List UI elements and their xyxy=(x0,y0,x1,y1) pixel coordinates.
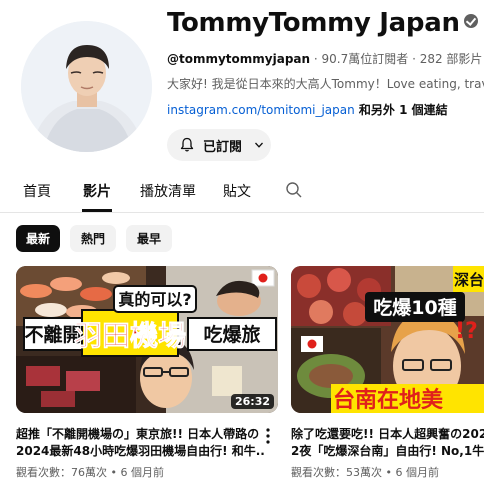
thumbnail-caption-top: 吃爆10種 xyxy=(373,296,456,319)
chevron-down-icon xyxy=(255,142,263,148)
bell-icon xyxy=(180,137,194,152)
video-thumbnail[interactable]: 深台 吃爆10種 !? 台南在地美 xyxy=(291,266,484,413)
upload-age: 6 個月前 xyxy=(120,466,164,479)
subscriber-count: 90.7萬位訂閱者 xyxy=(321,52,409,66)
tab-playlists[interactable]: 播放清單 xyxy=(140,181,196,201)
active-tab-indicator xyxy=(82,209,112,212)
upload-age: 6 個月前 xyxy=(395,466,439,479)
thumbnail-caption-main: 台南在地美 xyxy=(333,387,444,413)
verified-icon xyxy=(463,13,478,28)
search-icon[interactable] xyxy=(285,181,303,199)
channel-name: TommyTommy Japan xyxy=(167,8,478,38)
tab-home[interactable]: 首頁 xyxy=(23,181,51,201)
video-title-line: 2夜「吃爆深台南」自由行! No,1牛肉湯... xyxy=(291,444,484,458)
chip-latest[interactable]: 最新 xyxy=(16,225,60,252)
view-count: 觀看次數：76萬次 xyxy=(16,466,107,479)
more-links-button[interactable]: 和另外 1 個連結 xyxy=(355,103,448,117)
video-count: 282 部影片 xyxy=(419,52,483,66)
chip-oldest[interactable]: 最早 xyxy=(126,225,172,252)
video-duration: 26:32 xyxy=(230,394,274,409)
question-mark: !? xyxy=(455,319,478,344)
video-meta: 觀看次數：76萬次 • 6 個月前 xyxy=(16,466,164,479)
thumbnail-caption-main: 羽田機場 xyxy=(74,319,186,352)
view-count: 觀看次數：53萬次 xyxy=(291,466,382,479)
tab-videos[interactable]: 影片 xyxy=(83,181,111,201)
thumbnail-caption-top: 真的可以? xyxy=(118,290,191,309)
channel-avatar[interactable] xyxy=(21,21,152,152)
video-thumbnail[interactable]: 真的可以? 不離開 羽田機場 吃爆旅 26:32 xyxy=(16,266,278,413)
subscribed-label: 已訂閱 xyxy=(203,139,243,155)
channel-links: instagram.com/tomitomi_japan 和另外 1 個連結 xyxy=(167,101,448,118)
more-options-icon[interactable] xyxy=(266,428,270,444)
thumbnail-image: 深台 吃爆10種 !? 台南在地美 xyxy=(291,266,484,413)
thumbnail-caption-right: 吃爆旅 xyxy=(203,323,260,346)
channel-link[interactable]: instagram.com/tomitomi_japan xyxy=(167,103,355,117)
video-title-line: 除了吃還要吃!! 日本人超興奮の2024最新3天 xyxy=(291,427,484,441)
channel-handle: @tommytommyjapan xyxy=(167,52,311,66)
thumbnail-image: 真的可以? 不離開 羽田機場 吃爆旅 xyxy=(16,266,278,413)
channel-name-text: TommyTommy Japan xyxy=(167,8,460,38)
subscribed-button[interactable]: 已訂閱 xyxy=(167,129,271,161)
chip-popular[interactable]: 熱門 xyxy=(70,225,116,252)
video-title-line: 超推「不離開機場の」東京旅!! 日本人帶路の xyxy=(16,427,260,441)
channel-tabs: 首頁 影片 播放清單 貼文 xyxy=(0,170,484,213)
video-title-line: 2024最新48小時吃爆羽田機場自由行! 和牛... xyxy=(16,444,264,458)
channel-description[interactable]: 大家好! 我是從日本來的大高人Tommy！Love eating, travel… xyxy=(167,75,484,92)
video-title[interactable]: 超推「不離開機場の」東京旅!! 日本人帶路の 2024最新48小時吃爆羽田機場自… xyxy=(16,426,264,460)
meta-separator: · xyxy=(310,52,322,66)
video-title[interactable]: 除了吃還要吃!! 日本人超興奮の2024最新3天 2夜「吃爆深台南」自由行! N… xyxy=(291,426,484,460)
avatar-image xyxy=(21,21,152,152)
meta-separator: · xyxy=(408,52,420,66)
thumbnail-caption-left: 不離開 xyxy=(24,323,81,346)
channel-meta: @tommytommyjapan · 90.7萬位訂閱者 · 282 部影片 xyxy=(167,50,482,67)
thumbnail-caption-corner: 深台 xyxy=(454,271,484,289)
video-meta: 觀看次數：53萬次 • 6 個月前 xyxy=(291,466,439,479)
tab-posts[interactable]: 貼文 xyxy=(223,181,251,201)
